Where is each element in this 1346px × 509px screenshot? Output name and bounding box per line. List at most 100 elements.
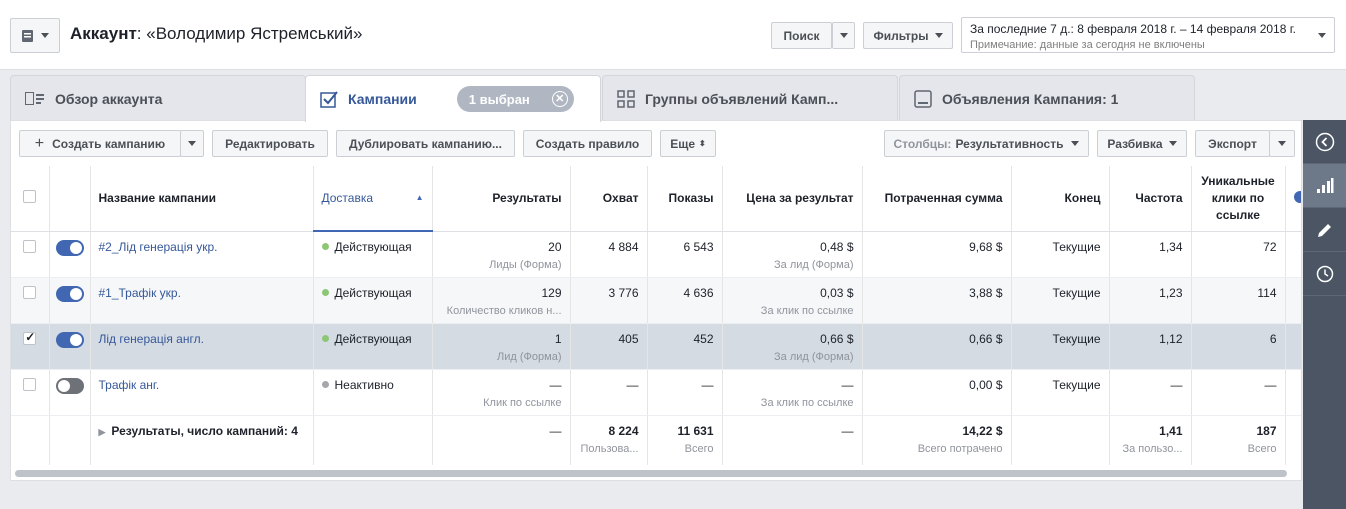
search-dropdown-button[interactable] — [832, 22, 855, 49]
duplicate-campaign-button[interactable]: Дублировать кампанию... — [336, 130, 515, 157]
summary-empty-cell — [49, 414, 91, 465]
date-range-text: За последние 7 д.: 8 февраля 2018 г. – 1… — [970, 22, 1296, 36]
summary-frequency-cell: 1,41 За пользо... — [1109, 414, 1192, 465]
expand-arrow-icon[interactable]: ▶ — [99, 427, 106, 437]
row-checkbox-cell — [11, 277, 50, 324]
create-campaign-dropdown[interactable] — [180, 130, 204, 157]
results-type: Лиды (Форма) — [489, 258, 562, 271]
close-icon[interactable]: ✕ — [551, 91, 568, 107]
export-dropdown[interactable] — [1269, 130, 1295, 157]
campaign-toggle[interactable] — [55, 377, 84, 394]
campaign-name-link[interactable]: Лід генерація англ. — [99, 332, 204, 346]
column-header-impressions[interactable]: Показы — [647, 166, 723, 232]
column-header-cost[interactable]: Цена за результат — [722, 166, 863, 232]
edit-button[interactable]: Редактировать — [212, 130, 328, 157]
create-campaign-button[interactable]: + Создать кампанию — [19, 130, 181, 157]
more-button[interactable]: Еще ⬍ — [660, 130, 716, 157]
results-value: — — [549, 377, 562, 392]
status-dot — [321, 288, 329, 296]
delivery-status: Действующая — [334, 285, 412, 300]
results-cell: 129 Количество кликов н... — [432, 277, 571, 324]
reach-cell: 4 884 — [570, 231, 648, 278]
summary-label-cell[interactable]: ▶ Результаты, число кампаний: 4 — [90, 414, 314, 465]
tab-ad-sets[interactable]: Группы объявлений Камп... — [602, 75, 898, 121]
performance-button[interactable] — [1303, 164, 1346, 208]
breakdown-button[interactable]: Разбивка — [1097, 130, 1187, 157]
sort-icon: ⬍ — [699, 139, 706, 148]
campaign-name-link[interactable]: #2_Лід генерація укр. — [99, 240, 218, 254]
spent-cell: 0,66 $ — [862, 323, 1012, 370]
summary-label: Результаты, число кампаний: 4 — [111, 423, 298, 438]
delivery-cell: Неактивно — [313, 369, 433, 416]
campaign-name-cell: Трафік анг. — [90, 369, 314, 416]
campaign-name-link[interactable]: Трафік анг. — [99, 378, 160, 392]
horizontal-scrollbar[interactable] — [15, 470, 1287, 477]
column-header-name[interactable]: Название кампании — [90, 166, 314, 232]
collapse-rail-button[interactable] — [1303, 120, 1346, 164]
table-row[interactable]: Трафік анг. Неактивно — Клик по ссылке — … — [11, 369, 1301, 416]
column-header-unique-clicks[interactable]: Уникальные клики по ссылке — [1191, 166, 1286, 232]
export-button[interactable]: Экспорт — [1195, 130, 1270, 157]
results-cell: 1 Лид (Форма) — [432, 323, 571, 370]
impressions-cell: 452 — [647, 323, 723, 370]
summary-unique-clicks-cell: 187 Всего — [1191, 414, 1286, 465]
spent-cell: 9,68 $ — [862, 231, 1012, 278]
column-label: Частота — [1135, 191, 1183, 206]
cost-type: За клик по ссылке — [760, 304, 854, 317]
more-label: Еще — [670, 136, 696, 151]
cost-cell: 0,48 $ За лид (Форма) — [722, 231, 863, 278]
table-row[interactable]: Лід генерація англ. Действующая 1 Лид (Фо… — [11, 323, 1301, 370]
select-all-checkbox[interactable] — [23, 190, 37, 204]
summary-end-cell — [1011, 414, 1110, 465]
unique-clicks-cell: 114 — [1191, 277, 1286, 324]
selected-badge[interactable]: 1 выбран ✕ — [456, 86, 574, 112]
page-title: Аккаунт: «Володимир Ястремський» — [70, 24, 363, 44]
row-checkbox[interactable] — [23, 330, 37, 345]
tab-account-overview[interactable]: Обзор аккаунта — [10, 75, 306, 121]
history-button[interactable] — [1303, 252, 1346, 296]
table-row[interactable]: #1_Трафік укр. Действующая 129 Количество… — [11, 277, 1301, 324]
column-header-reach[interactable]: Охват — [570, 166, 648, 232]
campaign-toggle[interactable] — [55, 285, 84, 302]
search-button[interactable]: Поиск — [771, 22, 832, 49]
add-column-header[interactable] — [1285, 166, 1301, 232]
row-checkbox[interactable] — [23, 377, 37, 391]
tab-ads[interactable]: Объявления Кампания: 1 — [899, 75, 1195, 121]
account-menu-button[interactable] — [10, 18, 60, 53]
campaign-toggle[interactable] — [55, 331, 84, 348]
chevron-down-icon — [41, 33, 49, 38]
cost-type: За клик по ссылке — [760, 396, 854, 409]
reach-cell: 405 — [570, 323, 648, 370]
row-checkbox[interactable] — [23, 285, 37, 299]
table-row[interactable]: #2_Лід генерація укр. Действующая 20 Лиды… — [11, 231, 1301, 278]
sort-ascending-icon: ▲ — [415, 193, 424, 202]
unique-clicks-cell: — — [1191, 369, 1286, 416]
tab-campaigns[interactable]: Кампании 1 выбран ✕ — [305, 75, 601, 122]
date-note: Примечание: данные за сегодня не включен… — [970, 39, 1205, 51]
column-header-frequency[interactable]: Частота — [1109, 166, 1192, 232]
column-header-spent[interactable]: Потраченная сумма — [862, 166, 1012, 232]
delivery-cell: Действующая — [313, 231, 433, 278]
summary-unique-clicks-sub: Всего — [1247, 442, 1277, 455]
end-cell: Текущие — [1011, 277, 1110, 324]
row-checkbox[interactable] — [23, 239, 37, 253]
column-header-end[interactable]: Конец — [1011, 166, 1110, 232]
column-header-delivery[interactable]: Доставка ▲ — [313, 166, 433, 232]
add-column-icon[interactable] — [1294, 190, 1301, 203]
account-label: Аккаунт — [70, 24, 137, 43]
cost-type: За лид (Форма) — [774, 350, 854, 363]
edit-panel-button[interactable] — [1303, 208, 1346, 252]
overview-icon — [25, 91, 45, 106]
campaign-toggle[interactable] — [55, 239, 84, 256]
row-checkbox-cell — [11, 323, 50, 370]
create-rule-button[interactable]: Создать правило — [523, 130, 652, 157]
column-header-results[interactable]: Результаты — [432, 166, 571, 232]
columns-button[interactable]: Столбцы: Результативность — [884, 130, 1089, 157]
campaign-name-link[interactable]: #1_Трафік укр. — [99, 286, 181, 300]
date-range-picker[interactable]: За последние 7 д.: 8 февраля 2018 г. – 1… — [961, 17, 1335, 53]
create-campaign-label: Создать кампанию — [52, 136, 166, 151]
ad-icon — [914, 89, 932, 108]
filters-button[interactable]: Фильтры — [863, 22, 953, 49]
account-icon — [22, 29, 33, 42]
tab-label: Группы объявлений Камп... — [645, 90, 839, 107]
